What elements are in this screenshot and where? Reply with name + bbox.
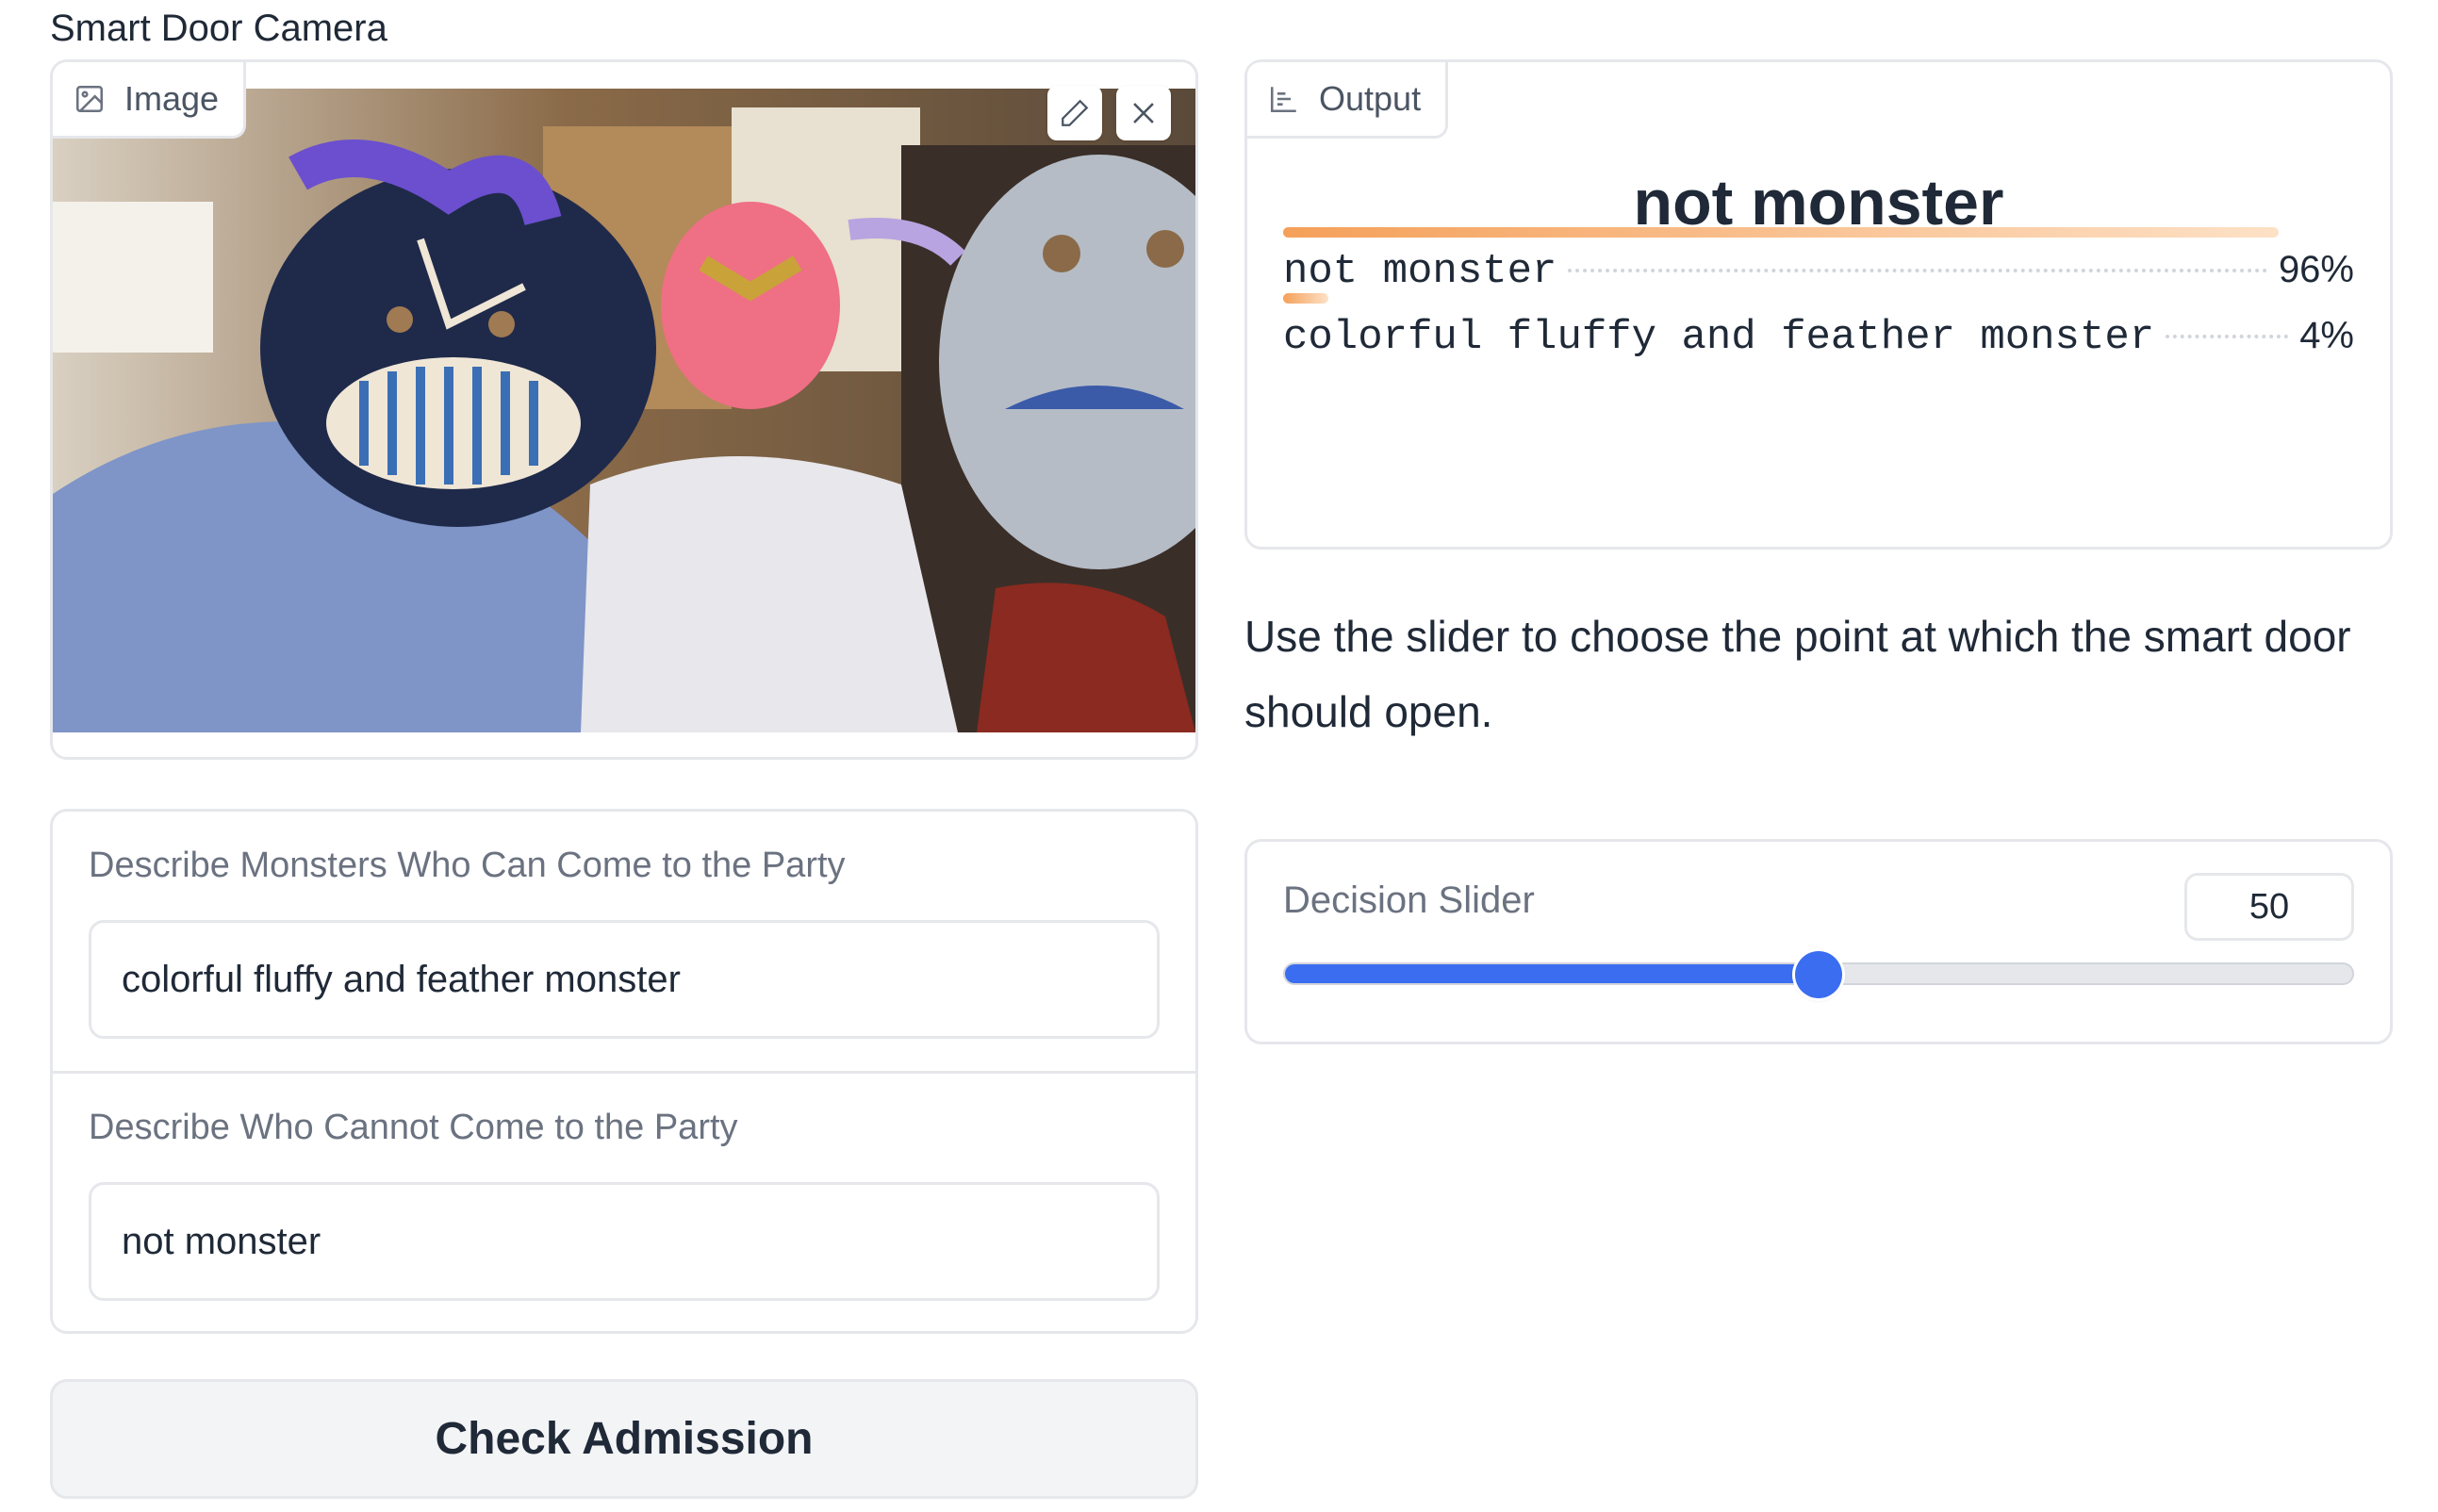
confidence-label: colorful fluffy and feather monster	[1283, 314, 2155, 361]
confidence-bar	[1283, 293, 1328, 304]
output-tab-label: Output	[1247, 62, 1449, 139]
slider-label: Decision Slider	[1283, 879, 1535, 921]
confidence-label: not monster	[1283, 248, 1557, 295]
camera-photo	[53, 89, 1195, 732]
bar-chart-icon	[1270, 87, 1296, 113]
leader-dots	[1568, 269, 2267, 272]
monsters-input[interactable]	[89, 920, 1160, 1039]
clear-image-button[interactable]	[1116, 86, 1171, 140]
slider-fill	[1285, 964, 1819, 983]
confidence-line: not monster 96%	[1283, 248, 2354, 295]
leader-dots	[2166, 335, 2289, 338]
image-icon	[75, 85, 104, 113]
image-label: Image	[124, 79, 220, 118]
decision-slider-panel: Decision Slider	[1244, 839, 2393, 1044]
confidence-percent: 4%	[2299, 315, 2354, 356]
instructions-text: Use the slider to choose the point at wh…	[1244, 612, 2351, 736]
non-monsters-input[interactable]	[89, 1182, 1160, 1301]
confidence-bar	[1283, 227, 2279, 238]
pencil-icon	[1062, 99, 1089, 126]
page-title: Smart Door Camera	[50, 8, 387, 49]
non-monsters-field-label: Describe Who Cannot Come to the Party	[89, 1108, 738, 1147]
party-descriptions-panel: Describe Monsters Who Can Come to the Pa…	[50, 809, 1198, 1334]
slider-track[interactable]	[1283, 951, 2354, 998]
monsters-field-label: Describe Monsters Who Can Come to the Pa…	[89, 846, 846, 885]
edit-image-button[interactable]	[1047, 86, 1102, 140]
slider-value-input[interactable]	[2184, 873, 2354, 941]
field-divider	[53, 1071, 1195, 1074]
confidence-line: colorful fluffy and feather monster 4%	[1283, 314, 2354, 361]
output-label: Output	[1319, 79, 1422, 118]
close-icon	[1133, 103, 1154, 123]
slider-thumb[interactable]	[1795, 951, 1842, 998]
output-panel: Output not monster not monster 96% colorfu…	[1244, 59, 2393, 550]
image-tab-label: Image	[53, 62, 247, 139]
check-admission-button[interactable]: Check Admission	[50, 1379, 1198, 1499]
image-panel: Image	[50, 59, 1198, 760]
confidence-percent: 96%	[2278, 249, 2354, 290]
